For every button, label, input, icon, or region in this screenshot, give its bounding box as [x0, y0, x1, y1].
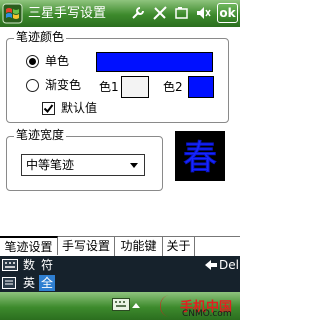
cnmo-logo-icon [160, 295, 170, 317]
tab-function-keys[interactable]: 功能键 [115, 237, 163, 256]
single-color-label: 单色 [45, 54, 70, 68]
ime-fullwidth-key[interactable]: 全 [39, 275, 55, 291]
width-dropdown[interactable]: 中等笔迹 [21, 154, 145, 176]
ok-button[interactable]: ok [217, 3, 238, 23]
gradient-color-label: 渐变色 [45, 78, 82, 92]
color1-label: 色1 [99, 80, 119, 94]
default-label: 默认值 [61, 101, 98, 115]
tab-bar: 笔迹设置 手写设置 功能键 关于 [0, 236, 240, 256]
volume-icon[interactable] [195, 5, 211, 21]
gradient-color-radio[interactable] [26, 79, 39, 92]
battery-icon[interactable] [174, 5, 190, 21]
ime-number-key[interactable]: 数 [21, 257, 37, 273]
ime-delete-key[interactable]: Del [218, 257, 240, 273]
default-checkbox[interactable] [42, 102, 55, 115]
sip-keyboard-icon[interactable] [112, 298, 130, 311]
tab-handwriting-settings[interactable]: 手写设置 [58, 237, 115, 256]
color-group-legend: 笔迹颜色 [14, 30, 67, 44]
ime-english-key[interactable]: 英 [21, 275, 37, 291]
color2-label: 色2 [163, 80, 183, 94]
preview-glyph-icon: 春 [183, 138, 218, 179]
single-color-swatch[interactable] [96, 52, 213, 72]
delete-arrow-icon[interactable] [205, 260, 217, 270]
color2-swatch[interactable] [188, 76, 214, 98]
ime-toolbar-row2: 英 全 [0, 274, 240, 292]
watermark-url: CNMO.com [182, 309, 232, 319]
ime-symbol-key[interactable]: 符 [39, 257, 55, 273]
single-color-radio[interactable] [26, 55, 39, 68]
title-bar: 三星手写设置 ok [0, 0, 240, 27]
stroke-preview: 春 [175, 131, 225, 181]
tab-about[interactable]: 关于 [163, 237, 195, 256]
width-group-legend: 笔迹宽度 [14, 128, 67, 142]
window-title: 三星手写设置 [28, 6, 107, 21]
ime-toolbar-row1: 数 符 Del [0, 256, 240, 274]
color1-swatch[interactable] [121, 76, 149, 98]
handwriting-pad-icon[interactable] [2, 277, 16, 289]
wrench-icon[interactable] [130, 5, 146, 21]
checkmark-icon [43, 104, 54, 114]
keyboard-icon[interactable] [2, 259, 18, 271]
signal-icon[interactable] [152, 5, 168, 21]
caret-up-icon[interactable] [132, 303, 140, 308]
tab-stroke-settings[interactable]: 笔迹设置 [0, 236, 58, 255]
width-dropdown-value: 中等笔迹 [26, 158, 75, 172]
start-logo-icon[interactable] [2, 3, 23, 24]
chevron-down-icon [130, 163, 138, 168]
svg-text:春: 春 [183, 138, 217, 178]
